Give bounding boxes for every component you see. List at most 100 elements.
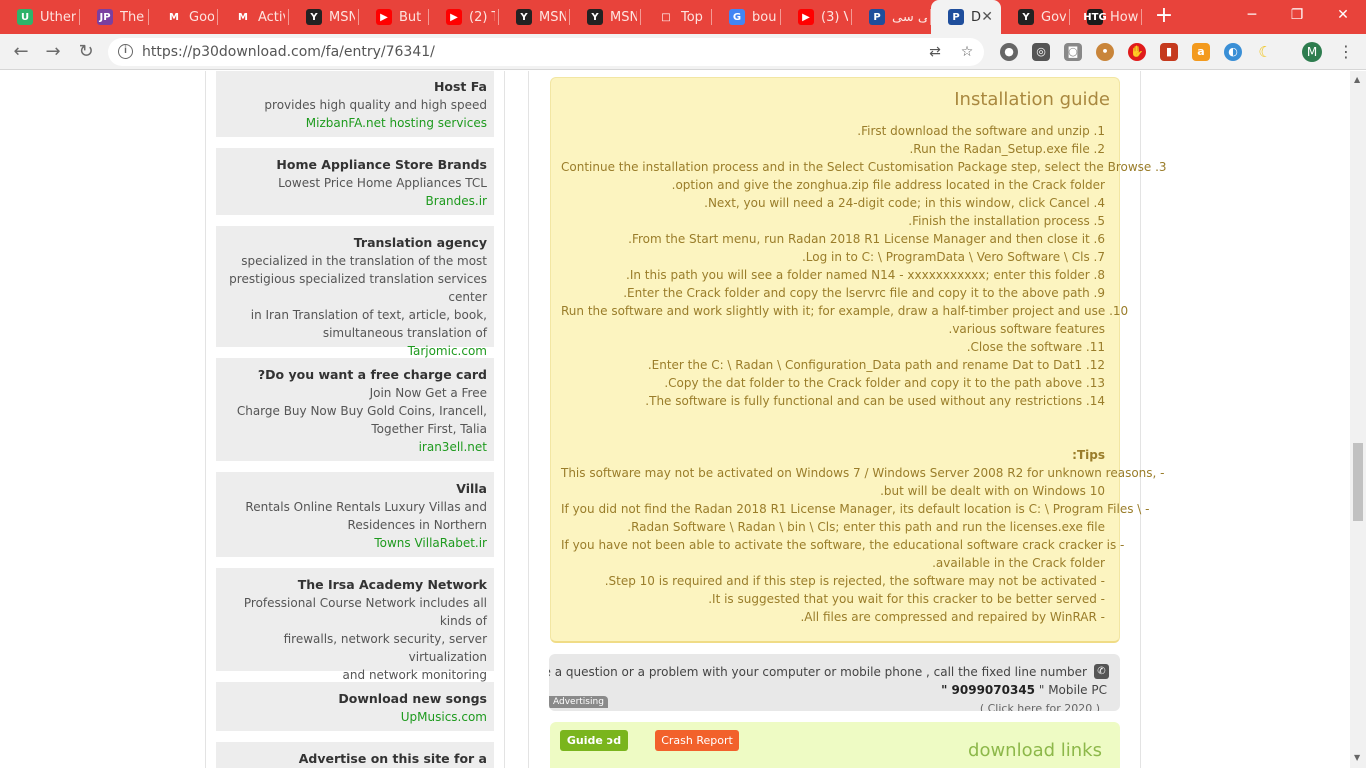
download-links-box: Guide ɔd Crash Report download links xyxy=(550,722,1120,768)
ad-heading: Download new songs xyxy=(338,691,487,706)
ad-description: Lowest Price Home Appliances TCL xyxy=(278,176,487,190)
extension-adblock-icon[interactable]: ✋ xyxy=(1128,43,1146,61)
tip-item: If you have not been able to activate th… xyxy=(561,538,1125,552)
tab-favicon-icon: G xyxy=(729,9,745,25)
sidebar-ad[interactable]: The Irsa Academy Network Professional Cou… xyxy=(216,568,494,700)
tip-item: This software may not be activated on Wi… xyxy=(561,466,1165,480)
tab[interactable]: Y MSN xyxy=(570,0,641,34)
profile-avatar[interactable]: M xyxy=(1302,42,1322,62)
translate-icon[interactable]: ⇄ xyxy=(926,43,944,61)
tab-title: Do xyxy=(971,9,982,25)
menu-dots-icon[interactable]: ⋮ xyxy=(1338,42,1354,62)
back-icon[interactable]: ← xyxy=(8,39,34,65)
tab-favicon-icon: P xyxy=(948,9,964,25)
extension-bag-icon[interactable]: a xyxy=(1192,43,1210,61)
window-close-button[interactable]: ✕ xyxy=(1320,0,1366,30)
tab[interactable]: Y MSN xyxy=(499,0,570,34)
tab-title: The C xyxy=(120,9,145,25)
extension-camera-icon[interactable]: ◙ xyxy=(1064,43,1082,61)
tab[interactable]: ▶ (3) Ve xyxy=(781,0,852,34)
crash-report-button[interactable]: Crash Report xyxy=(655,730,739,751)
tips-list: This software may not be activated on Wi… xyxy=(561,464,1165,626)
guide-step: .option and give the zonghua.zip file ad… xyxy=(671,178,1105,192)
tab-title: MSN xyxy=(539,9,566,25)
restore-button[interactable]: ❐ xyxy=(1274,0,1320,30)
forward-icon[interactable]: → xyxy=(40,39,66,65)
tab-favicon-icon: ▶ xyxy=(798,9,814,25)
guide-step: .The software is fully functional and ca… xyxy=(645,394,1105,408)
tab-title: پی سی xyxy=(892,9,927,25)
extension-cookie-icon[interactable]: • xyxy=(1096,43,1114,61)
ad-link[interactable]: iran3ell.net xyxy=(223,438,487,456)
extension-globe-icon[interactable]: ◎ xyxy=(1032,43,1050,61)
extension-bulb-icon[interactable]: ● xyxy=(1000,43,1018,61)
ad-description: Residences in Northern xyxy=(347,518,487,532)
ad-link[interactable]: Towns VillaRabet.ir xyxy=(223,534,487,552)
page-scrollbar[interactable]: ▲ ▼ xyxy=(1350,71,1366,768)
tab[interactable]: ▶ (2) Th xyxy=(429,0,499,34)
tab[interactable]: Y MSN xyxy=(289,0,359,34)
tab[interactable]: M Good xyxy=(149,0,218,34)
tab-favicon-icon: M xyxy=(235,9,251,25)
scrollbar-thumb[interactable] xyxy=(1353,443,1363,521)
guide-step: .In this path you will see a folder name… xyxy=(626,268,1105,282)
tab[interactable]: M Activa xyxy=(218,0,289,34)
ad-description: specialized in the translation of the mo… xyxy=(241,254,487,268)
ad-link[interactable]: UpMusics.com xyxy=(223,708,487,726)
ad-link[interactable]: MizbanFA.net hosting services xyxy=(223,114,487,132)
minimize-button[interactable]: ─ xyxy=(1229,0,1275,30)
sidebar-ad[interactable]: ?Do you want a free charge card Join Now … xyxy=(216,358,494,461)
sidebar-ads-column: Host Fa provides high quality and high sp… xyxy=(205,71,505,768)
tab[interactable]: P پی سی xyxy=(852,0,931,34)
ad-heading: Villa xyxy=(456,481,487,496)
extension-moon-icon[interactable]: ☾ xyxy=(1256,43,1274,61)
extension-book-icon[interactable]: ▮ xyxy=(1160,43,1178,61)
ad-link[interactable]: Brandes.ir xyxy=(223,192,487,210)
tab[interactable]: Gboudi xyxy=(712,0,781,34)
bookmark-star-icon[interactable]: ☆ xyxy=(958,43,976,61)
tab-favicon-icon: U xyxy=(17,9,33,25)
sidebar-ad[interactable]: Translation agency specialized in the tra… xyxy=(216,226,494,358)
guide-step: .Finish the installation process .5 xyxy=(908,214,1105,228)
extension-earth-icon[interactable]: ◐ xyxy=(1224,43,1242,61)
tab-title: Uther xyxy=(40,9,76,25)
url-text[interactable]: https://p30download.com/fa/entry/76341/ xyxy=(142,44,435,60)
tab-title: boudi xyxy=(752,9,777,25)
tab[interactable]: Y Govt xyxy=(1001,0,1070,34)
tip-item: .It is suggested that you wait for this … xyxy=(708,592,1105,606)
page-viewport: Host Fa provides high quality and high sp… xyxy=(0,71,1350,768)
sidebar-ad[interactable]: Advertise on this site for a xyxy=(216,742,494,768)
sidebar-ad[interactable]: Home Appliance Store Brands Lowest Price … xyxy=(216,148,494,215)
sidebar-ad[interactable]: Host Fa provides high quality and high sp… xyxy=(216,71,494,137)
tab-favicon-icon: ▶ xyxy=(446,9,462,25)
tab[interactable]: ▶ But w xyxy=(359,0,429,34)
guide-step: .Enter the C: \ Radan \ Configuration_Da… xyxy=(647,358,1105,372)
ad-description: in Iran Translation of text, article, bo… xyxy=(250,308,487,322)
site-info-icon[interactable]: i xyxy=(118,44,133,59)
guide-step: .various software features xyxy=(948,322,1105,336)
address-bar[interactable]: i https://p30download.com/fa/entry/76341… xyxy=(108,38,984,66)
tab[interactable]: JP The C xyxy=(80,0,149,34)
call-banner-line3: ( Click here for 2020 ) xyxy=(979,702,1100,711)
tab-active[interactable]: P Do✕ xyxy=(931,0,1001,34)
ad-description: simultaneous translation of xyxy=(322,326,487,340)
scroll-down-icon[interactable]: ▼ xyxy=(1354,753,1360,762)
guide-step: .From the Start menu, run Radan 2018 R1 … xyxy=(628,232,1105,246)
guide-button[interactable]: Guide ɔd xyxy=(560,730,628,751)
guide-step: .Close the software .11 xyxy=(966,340,1105,354)
tab[interactable]: U Uther xyxy=(0,0,80,34)
support-call-banner[interactable]: If you have a question or a problem with… xyxy=(549,654,1120,711)
sidebar-ad[interactable]: Villa Rentals Online Rentals Luxury Villa… xyxy=(216,472,494,557)
guide-step: .First download the software and unzip .… xyxy=(857,124,1105,138)
tab[interactable]: □ Top 1( xyxy=(641,0,712,34)
tab[interactable]: HTG How xyxy=(1070,0,1142,34)
ad-description: provides high quality and high speed xyxy=(264,98,487,112)
tab-close-icon[interactable]: ✕ xyxy=(981,9,993,25)
reload-icon[interactable]: ↻ xyxy=(73,39,99,65)
call-banner-text: If you have a question or a problem with… xyxy=(549,664,1087,679)
guide-step: .Copy the dat folder to the Crack folder… xyxy=(664,376,1105,390)
scroll-up-icon[interactable]: ▲ xyxy=(1354,75,1360,84)
guide-step: .Enter the Crack folder and copy the lse… xyxy=(623,286,1105,300)
new-tab-button[interactable]: + xyxy=(1152,5,1176,29)
sidebar-ad[interactable]: Download new songs UpMusics.com xyxy=(216,682,494,731)
